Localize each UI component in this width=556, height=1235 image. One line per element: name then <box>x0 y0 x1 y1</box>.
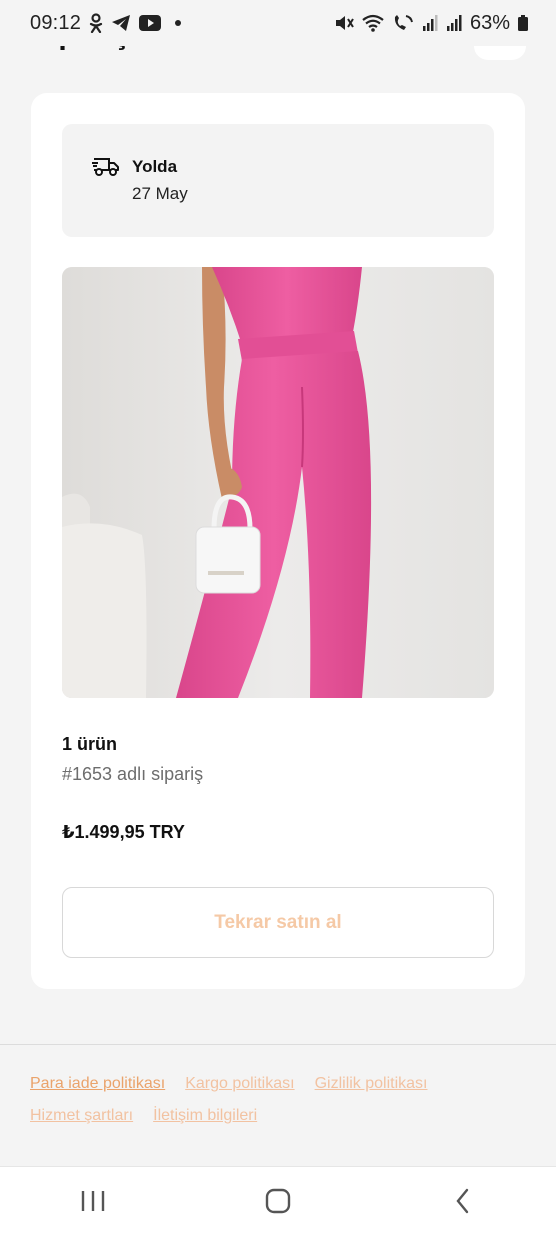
back-button[interactable] <box>433 1181 493 1221</box>
battery-percentage: 63% <box>469 11 510 34</box>
home-icon <box>265 1188 291 1214</box>
item-count: 1 ürün <box>62 734 118 754</box>
wifi-calling-icon <box>392 12 414 34</box>
footer-links: Para iade politikası Kargo politikası Gi… <box>30 1075 530 1125</box>
shipping-policy-link[interactable]: Kargo politikası <box>185 1075 294 1093</box>
truck-icon <box>92 154 120 178</box>
odnoklassniki-icon <box>89 12 103 34</box>
wifi-icon <box>362 12 384 34</box>
signal-icon <box>446 12 462 34</box>
refund-policy-link[interactable]: Para iade politikası <box>30 1075 165 1093</box>
contact-info-link[interactable]: İletişim bilgileri <box>153 1107 257 1125</box>
order-number: #1653 adlı sipariş <box>62 764 204 784</box>
signal-icon <box>422 12 438 34</box>
home-button[interactable] <box>248 1181 308 1221</box>
order-total: ₺1.499,95 TRY <box>62 822 185 842</box>
battery-icon <box>518 12 528 34</box>
shipping-status-box: Yolda 27 May <box>62 124 494 237</box>
order-page: Siparişler 09:12 <box>0 0 556 1235</box>
product-image[interactable] <box>62 267 494 698</box>
youtube-icon <box>139 12 162 34</box>
privacy-policy-link[interactable]: Gizlilik politikası <box>315 1075 428 1093</box>
notification-dot-icon <box>175 20 182 26</box>
status-bar: 09:12 63% <box>0 0 556 46</box>
shipping-status: Yolda <box>132 157 178 176</box>
telegram-icon <box>111 12 131 34</box>
back-icon <box>456 1188 469 1214</box>
terms-of-service-link[interactable]: Hizmet şartları <box>30 1107 133 1125</box>
order-card: Yolda 27 May 1 ürün #1653 adlı sipariş ₺… <box>31 93 525 989</box>
recent-apps-button[interactable] <box>63 1181 123 1221</box>
shipping-date: 27 May <box>132 184 188 203</box>
rebuy-button[interactable]: Tekrar satın al <box>62 887 494 958</box>
recent-apps-icon <box>81 1191 104 1211</box>
status-time: 09:12 <box>30 11 82 34</box>
footer-divider <box>0 1044 556 1045</box>
system-nav-bar <box>0 1166 556 1235</box>
mute-icon <box>334 12 354 34</box>
